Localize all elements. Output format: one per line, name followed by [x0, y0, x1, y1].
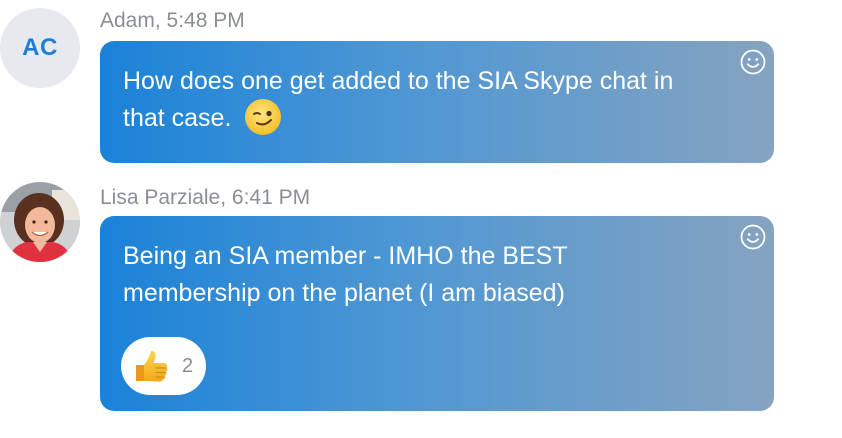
profile-photo-icon	[0, 182, 80, 262]
message-bubble[interactable]: How does one get added to the SIA Skype …	[100, 41, 774, 163]
message-text: How does one get added to the SIA Skype …	[123, 67, 674, 132]
avatar-lisa-parziale[interactable]	[0, 182, 80, 262]
author-name: Lisa Parziale	[100, 186, 221, 209]
reaction-count: 2	[182, 354, 194, 377]
avatar-initials: AC	[22, 34, 58, 61]
author-name: Adam	[100, 9, 155, 32]
message-meta: Adam, 5:48 PM	[100, 9, 245, 33]
meta-separator: ,	[154, 9, 167, 32]
add-reaction-smiley-icon[interactable]	[740, 49, 766, 75]
meta-separator: ,	[220, 186, 232, 209]
avatar-adam[interactable]: AC	[0, 8, 80, 88]
chat-conversation: AC Adam, 5:48 PM How does one get added …	[0, 0, 842, 438]
message-bubble[interactable]: Being an SIA member - IMHO the BEST memb…	[100, 216, 774, 411]
wink-emoji-icon	[244, 98, 282, 136]
add-reaction-smiley-icon[interactable]	[740, 224, 766, 250]
thumbs-up-icon	[130, 345, 172, 387]
reaction-pill[interactable]: 2	[121, 337, 206, 395]
message-time: 6:41 PM	[231, 186, 311, 209]
message-text-line: Being an SIA member - IMHO the BEST	[123, 242, 568, 270]
message-time: 5:48 PM	[166, 9, 245, 32]
message-text-line: membership on the planet (I am biased)	[123, 279, 565, 307]
message-meta: Lisa Parziale, 6:41 PM	[100, 186, 310, 210]
